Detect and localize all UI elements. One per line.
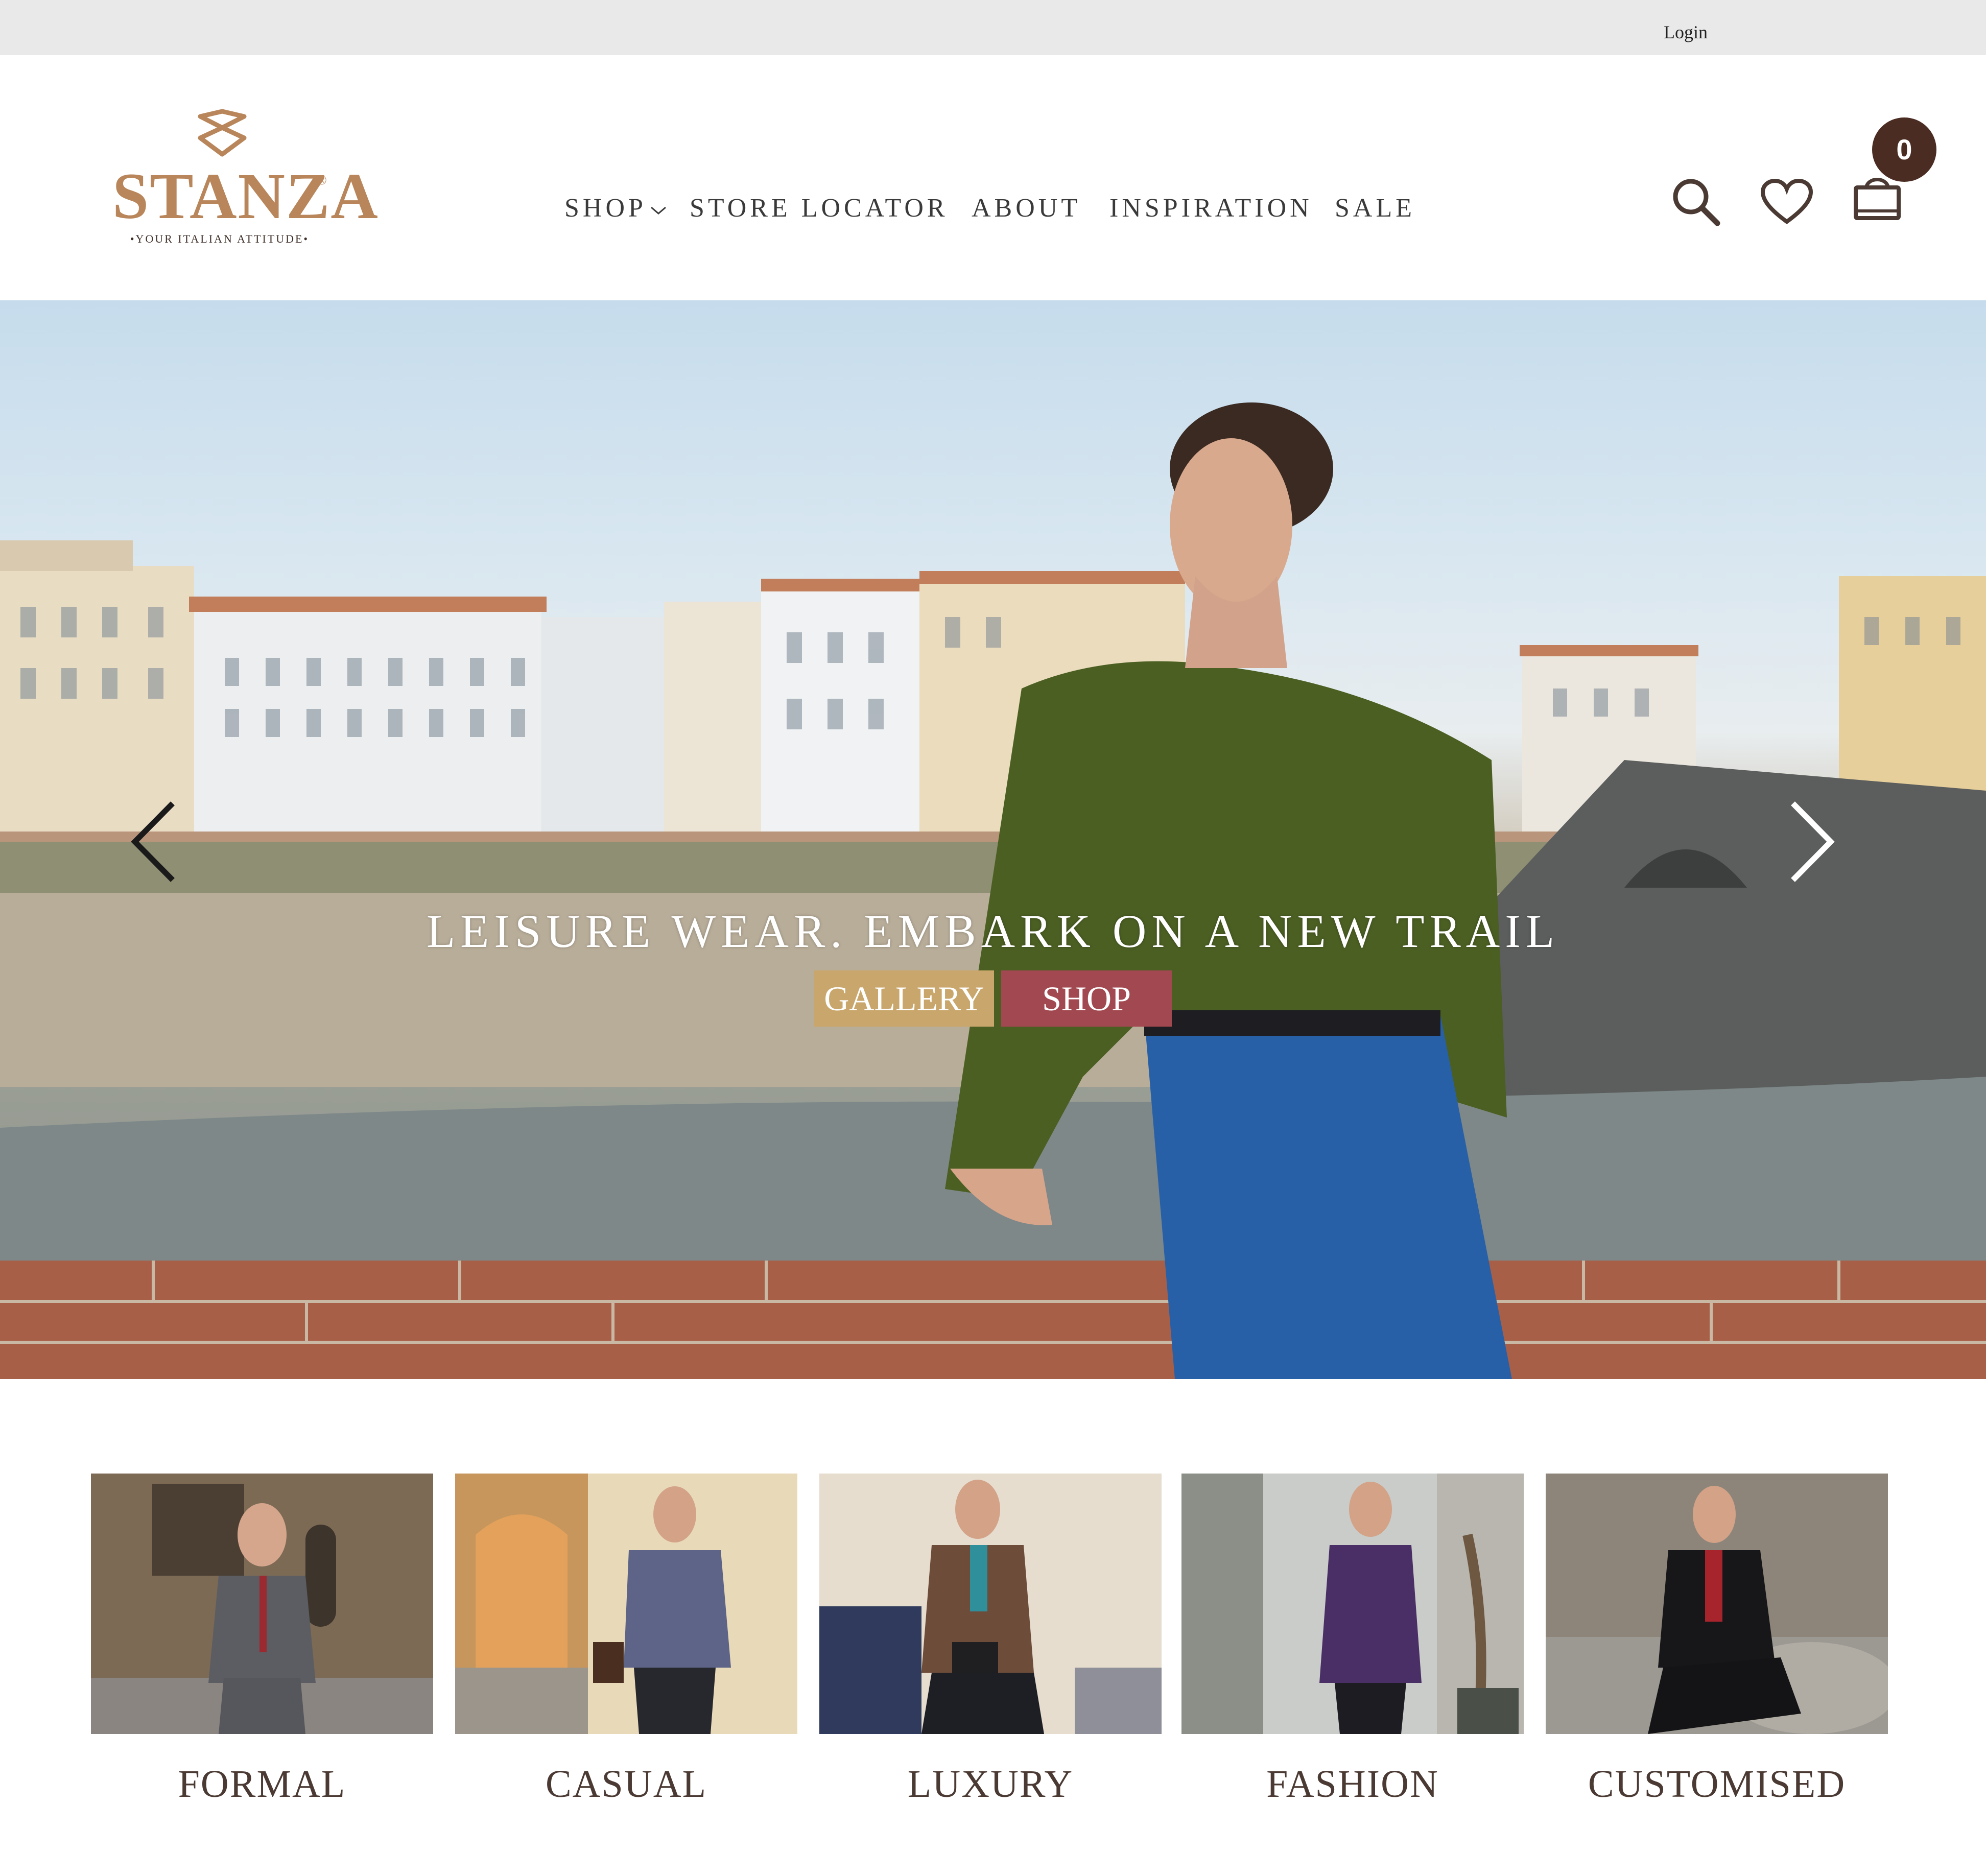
brand-name: STANZA	[112, 160, 379, 232]
category-card-fashion[interactable]: FASHION	[1181, 1474, 1524, 1806]
category-card-casual[interactable]: CASUAL	[455, 1474, 797, 1806]
nav-item-about[interactable]: ABOUT	[972, 193, 1081, 223]
chevron-down-icon	[650, 206, 666, 215]
category-image-formal[interactable]	[91, 1474, 433, 1734]
category-image-customised[interactable]	[1546, 1474, 1888, 1734]
nav-item-shop[interactable]: SHOP	[564, 193, 667, 223]
category-label-luxury[interactable]: LUXURY	[819, 1762, 1162, 1807]
shop-button[interactable]: SHOP	[1001, 970, 1172, 1027]
nav-item-inspiration[interactable]: INSPIRATION	[1109, 193, 1313, 223]
prev-slide-arrow-icon[interactable]	[128, 798, 179, 885]
top-utility-bar: Login	[0, 0, 1986, 55]
category-label-customised[interactable]: CUSTOMISED	[1546, 1762, 1888, 1807]
nav-item-sale[interactable]: SALE	[1335, 193, 1415, 223]
category-image-fashion[interactable]	[1181, 1474, 1524, 1734]
category-image-luxury[interactable]	[819, 1474, 1162, 1734]
logo-mark-icon	[198, 109, 247, 157]
brand-registered-mark: ®	[317, 173, 327, 187]
category-card-luxury[interactable]: LUXURY	[819, 1474, 1162, 1806]
hero-slider: LEISURE WEAR. EMBARK ON A NEW TRAIL GALL…	[0, 300, 1986, 1379]
category-label-casual[interactable]: CASUAL	[455, 1762, 797, 1807]
brand-logo[interactable]: STANZA ® •YOUR ITALIAN ATTITUDE•	[112, 107, 379, 250]
next-slide-arrow-icon[interactable]	[1787, 798, 1838, 885]
category-card-customised[interactable]: CUSTOMISED	[1546, 1474, 1888, 1806]
gallery-button[interactable]: GALLERY	[814, 970, 994, 1027]
category-label-fashion[interactable]: FASHION	[1181, 1762, 1524, 1807]
cart-count-badge: 0	[1872, 117, 1936, 182]
login-link[interactable]: Login	[1664, 21, 1708, 43]
heart-icon[interactable]	[1760, 179, 1814, 225]
category-image-casual[interactable]	[455, 1474, 797, 1734]
hero-caption: LEISURE WEAR. EMBARK ON A NEW TRAIL	[426, 905, 1560, 957]
nav-item-store-locator[interactable]: STORE LOCATOR	[690, 193, 949, 223]
brand-tagline: •YOUR ITALIAN ATTITUDE•	[130, 232, 310, 245]
hero-photo	[0, 402, 1986, 1379]
nav-item-label: SHOP	[564, 194, 647, 223]
category-label-formal[interactable]: FORMAL	[91, 1762, 433, 1807]
category-card-formal[interactable]: FORMAL	[91, 1474, 433, 1806]
search-icon[interactable]	[1670, 176, 1721, 227]
